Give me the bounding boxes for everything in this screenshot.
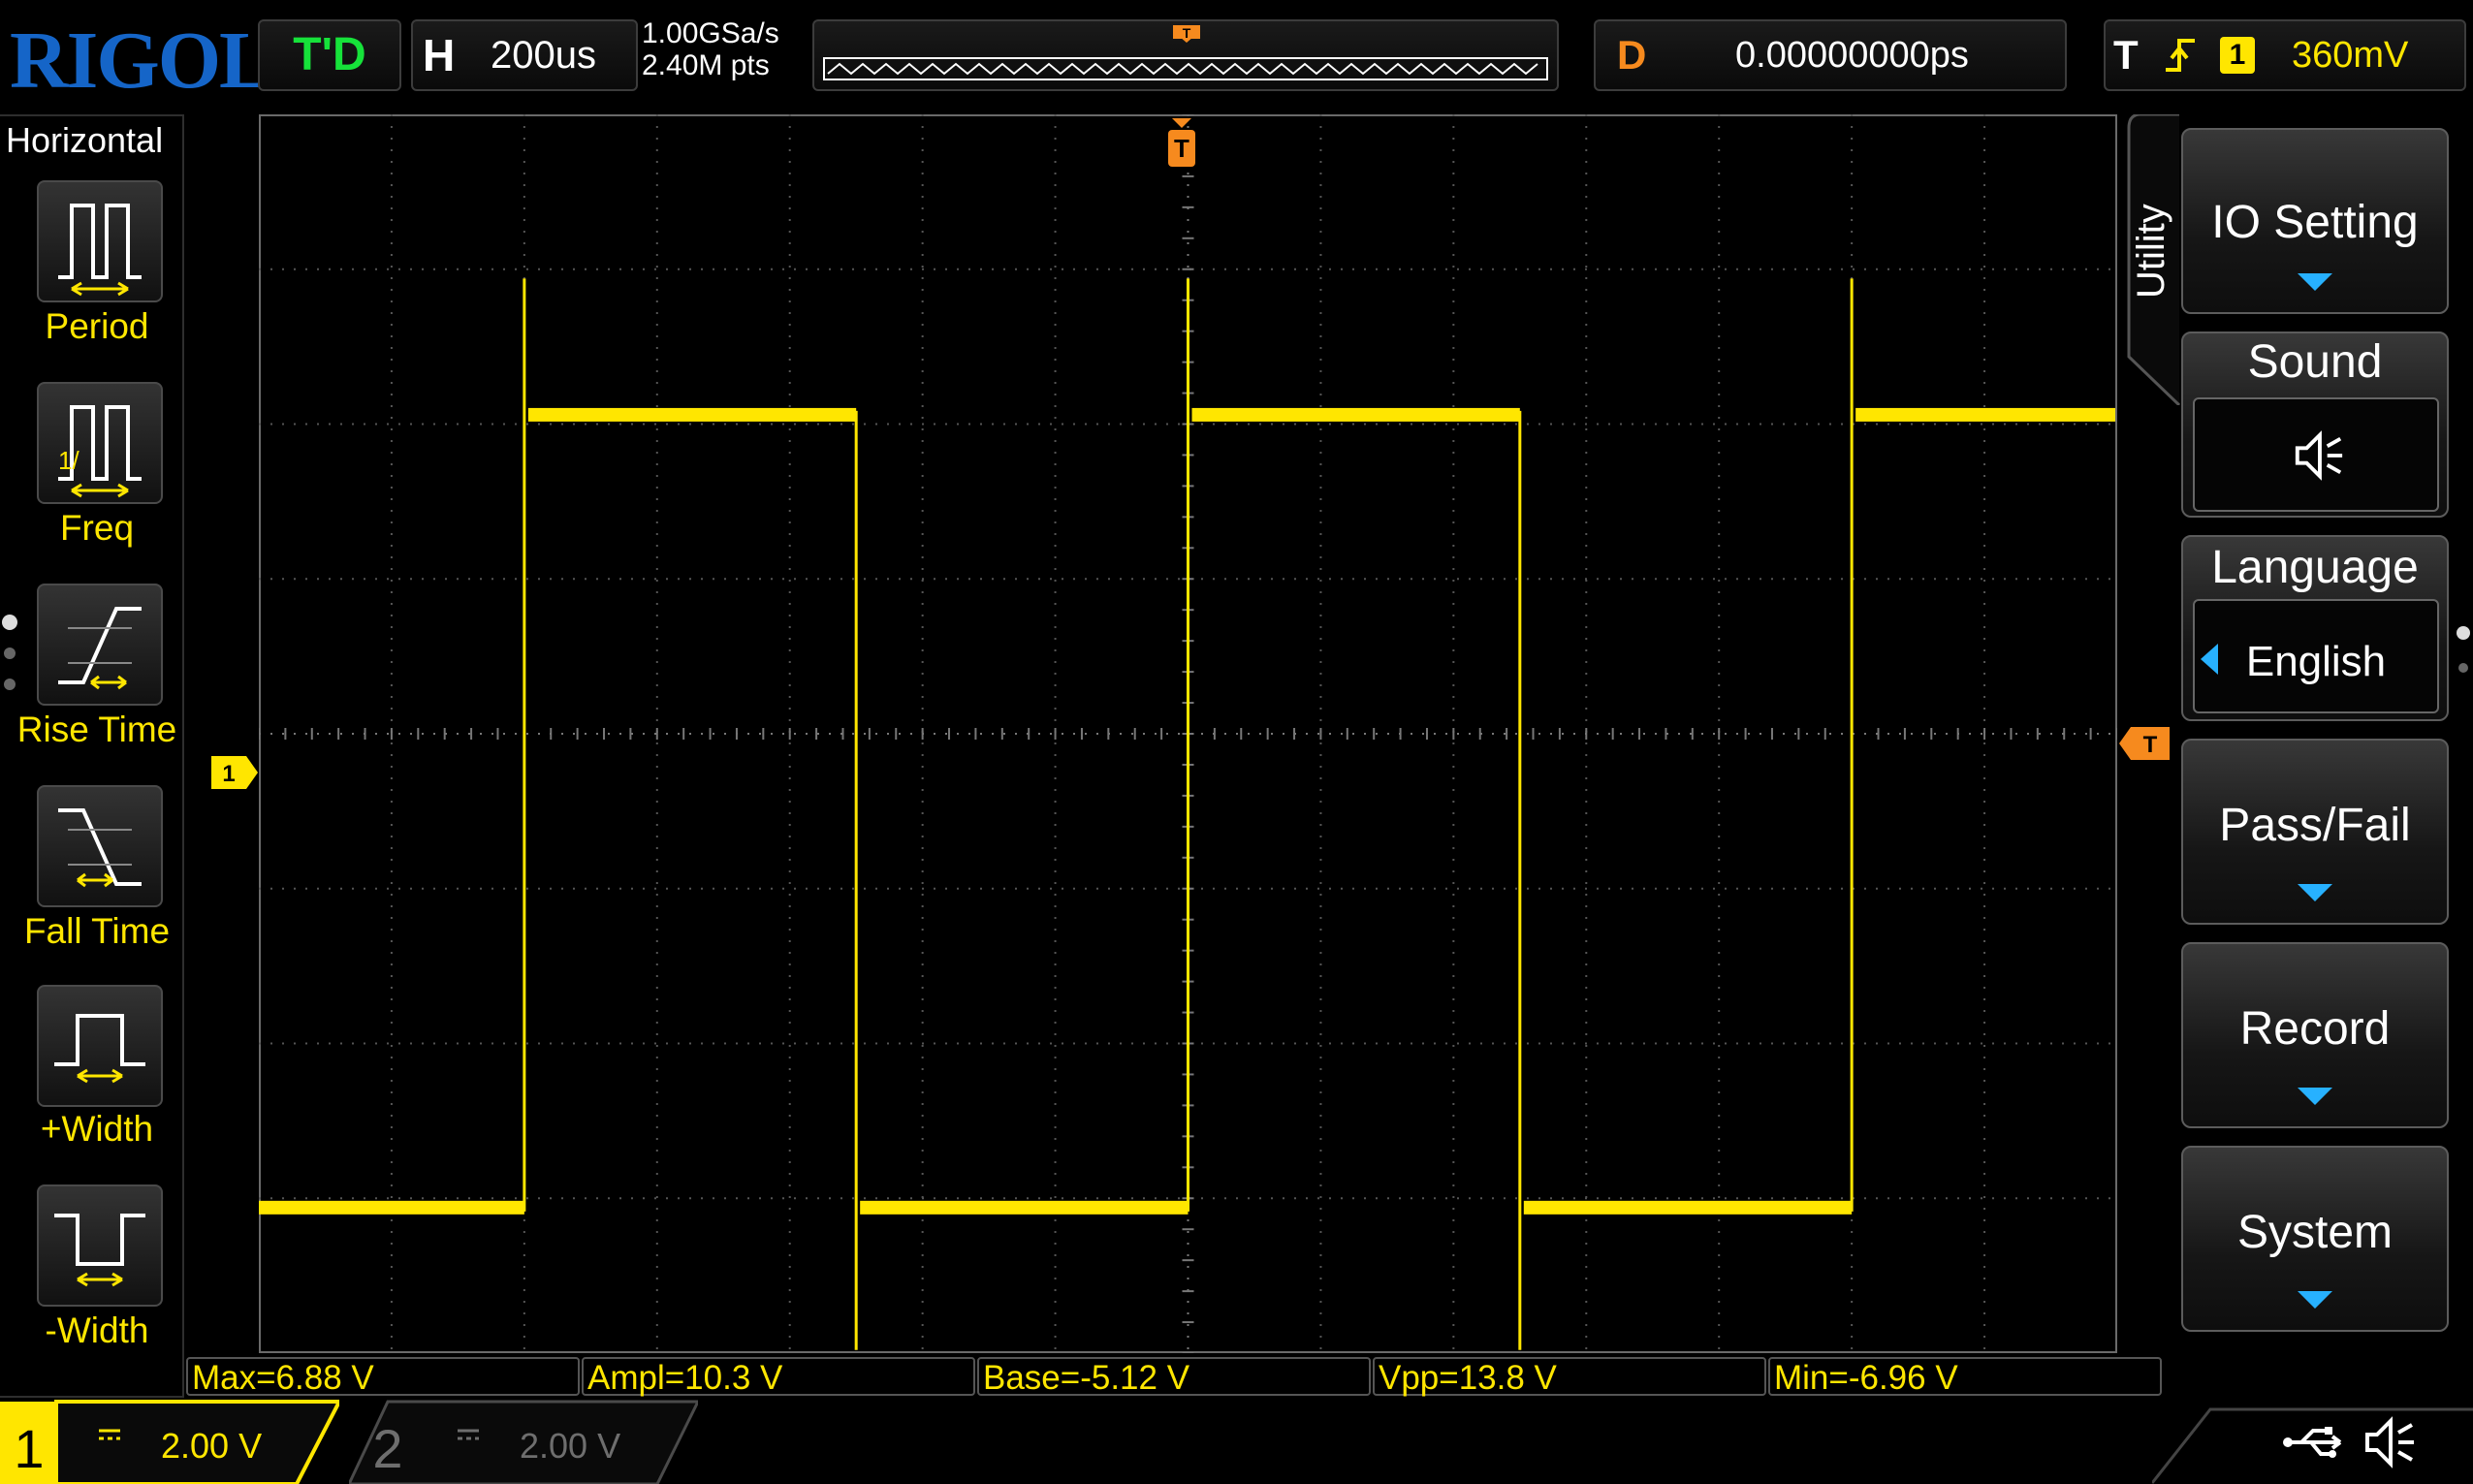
trigger-label: T bbox=[2113, 32, 2139, 78]
fall-time-icon bbox=[58, 808, 142, 888]
measure-panel-title: Horizontal bbox=[6, 120, 164, 160]
waveform-segment bbox=[860, 1200, 1189, 1215]
period-button[interactable] bbox=[37, 180, 163, 302]
freq-label: Freq bbox=[59, 508, 135, 548]
period-icon bbox=[58, 204, 142, 297]
waveform-segment bbox=[527, 407, 857, 422]
menu-language[interactable]: Language English bbox=[2181, 535, 2449, 721]
waveform-segment bbox=[1523, 1200, 1853, 1215]
rise-time-button[interactable] bbox=[37, 584, 163, 706]
trigger-box[interactable]: T 1 360mV bbox=[2104, 19, 2466, 91]
negative-width-label: -Width bbox=[45, 1310, 149, 1350]
timebase-value: 200us bbox=[491, 34, 596, 77]
svg-text:T: T bbox=[1174, 134, 1189, 163]
rise-time-label: Rise Time bbox=[16, 710, 177, 749]
trigger-level-value: 360mV bbox=[2292, 35, 2409, 76]
measurement-min[interactable]: Min=-6.96 V bbox=[1768, 1357, 2162, 1397]
page-indicator bbox=[4, 647, 16, 659]
sample-rate: 1.00GSa/s bbox=[642, 17, 779, 49]
svg-text:Utility: Utility bbox=[2130, 204, 2172, 299]
speaker-icon bbox=[2295, 430, 2343, 481]
freq-icon: 1/ bbox=[58, 405, 142, 498]
page-indicator-active bbox=[2, 615, 17, 630]
freq-button[interactable]: 1/ bbox=[37, 382, 163, 504]
waveform-display[interactable]: T bbox=[259, 114, 2117, 1353]
menu-tab-utility[interactable]: Utility bbox=[2127, 114, 2181, 405]
speaker-icon bbox=[2365, 1416, 2414, 1468]
horizontal-label: H bbox=[423, 30, 456, 80]
period-label: Period bbox=[45, 306, 149, 346]
menu-page-indicator-active bbox=[2457, 626, 2470, 640]
channel-1-status[interactable]: 1 2.00 V bbox=[0, 1400, 339, 1484]
menu-record[interactable]: Record bbox=[2181, 942, 2449, 1128]
measurement-ampl[interactable]: Ampl=10.3 V bbox=[582, 1357, 975, 1397]
measurement-vpp[interactable]: Vpp=13.8 V bbox=[1373, 1357, 1766, 1397]
menu-page-indicator bbox=[2458, 663, 2468, 673]
rise-time-icon bbox=[58, 607, 142, 690]
submenu-arrow-icon bbox=[2298, 1088, 2332, 1105]
positive-width-button[interactable] bbox=[37, 985, 163, 1107]
language-value: English bbox=[2245, 638, 2387, 685]
channel-1-scale: 2.00 V bbox=[161, 1426, 262, 1466]
negative-width-icon bbox=[54, 1214, 145, 1287]
run-status-badge[interactable]: T'D bbox=[258, 19, 401, 91]
positive-width-label: +Width bbox=[40, 1109, 154, 1149]
usb-icon bbox=[2283, 1427, 2342, 1458]
fall-time-label: Fall Time bbox=[23, 911, 171, 951]
rigol-logo: RIGOL bbox=[10, 16, 273, 106]
horizontal-timebase-box[interactable]: H 200us bbox=[411, 19, 638, 91]
waveform-segment bbox=[259, 1200, 524, 1215]
submenu-arrow-icon bbox=[2298, 1291, 2332, 1309]
positive-width-icon bbox=[54, 1014, 145, 1084]
channel-1-number: 1 bbox=[14, 1418, 44, 1479]
svg-text:1/: 1/ bbox=[58, 446, 79, 475]
trigger-source-badge: 1 bbox=[2220, 37, 2255, 74]
overview-trigger-marker: T bbox=[1183, 25, 1191, 41]
channel-1-offset-marker[interactable]: 1 bbox=[211, 756, 260, 789]
negative-width-button[interactable] bbox=[37, 1184, 163, 1307]
sound-label: Sound bbox=[2247, 336, 2383, 388]
delay-box[interactable]: D 0.00000000ps bbox=[1594, 19, 2067, 91]
acquisition-info: 1.00GSa/s 2.40M pts bbox=[642, 17, 779, 81]
channel-2-status[interactable]: 2 2.00 V bbox=[349, 1400, 698, 1484]
memory-overview-box[interactable]: T bbox=[812, 19, 1559, 91]
waveform-segment bbox=[1855, 407, 2115, 422]
menu-system[interactable]: System bbox=[2181, 1146, 2449, 1332]
channel-2-scale: 2.00 V bbox=[520, 1426, 620, 1466]
measurement-max[interactable]: Max=6.88 V bbox=[186, 1357, 580, 1397]
language-label: Language bbox=[2211, 542, 2419, 593]
trigger-position-marker[interactable]: T bbox=[1168, 118, 1195, 167]
channel-1-waveform bbox=[259, 278, 2115, 1350]
system-label: System bbox=[2236, 1207, 2394, 1258]
menu-pass-fail[interactable]: Pass/Fail bbox=[2181, 739, 2449, 925]
measurement-base[interactable]: Base=-5.12 V bbox=[977, 1357, 1371, 1397]
submenu-arrow-icon bbox=[2298, 273, 2332, 291]
record-label: Record bbox=[2239, 1003, 2391, 1055]
memory-overview-waveform: T bbox=[823, 25, 1548, 80]
memory-depth: 2.40M pts bbox=[642, 49, 770, 81]
menu-io-setting[interactable]: IO Setting bbox=[2181, 128, 2449, 314]
submenu-arrow-icon bbox=[2298, 884, 2332, 901]
waveform-segment bbox=[1191, 407, 1520, 422]
rising-edge-icon bbox=[2166, 39, 2195, 72]
delay-value: 0.00000000ps bbox=[1735, 35, 1969, 76]
sound-value[interactable] bbox=[2193, 397, 2439, 512]
delay-label: D bbox=[1617, 32, 1647, 78]
page-indicator bbox=[4, 679, 16, 690]
language-value-box[interactable]: English bbox=[2193, 599, 2439, 713]
svg-text:T: T bbox=[2143, 732, 2158, 758]
svg-text:1: 1 bbox=[222, 761, 235, 787]
menu-sound[interactable]: Sound bbox=[2181, 332, 2449, 518]
pass-fail-label: Pass/Fail bbox=[2219, 800, 2411, 851]
channel-2-number: 2 bbox=[372, 1418, 402, 1479]
fall-time-button[interactable] bbox=[37, 785, 163, 907]
trigger-level-marker[interactable]: T bbox=[2119, 727, 2170, 760]
io-setting-label: IO Setting bbox=[2211, 197, 2419, 248]
